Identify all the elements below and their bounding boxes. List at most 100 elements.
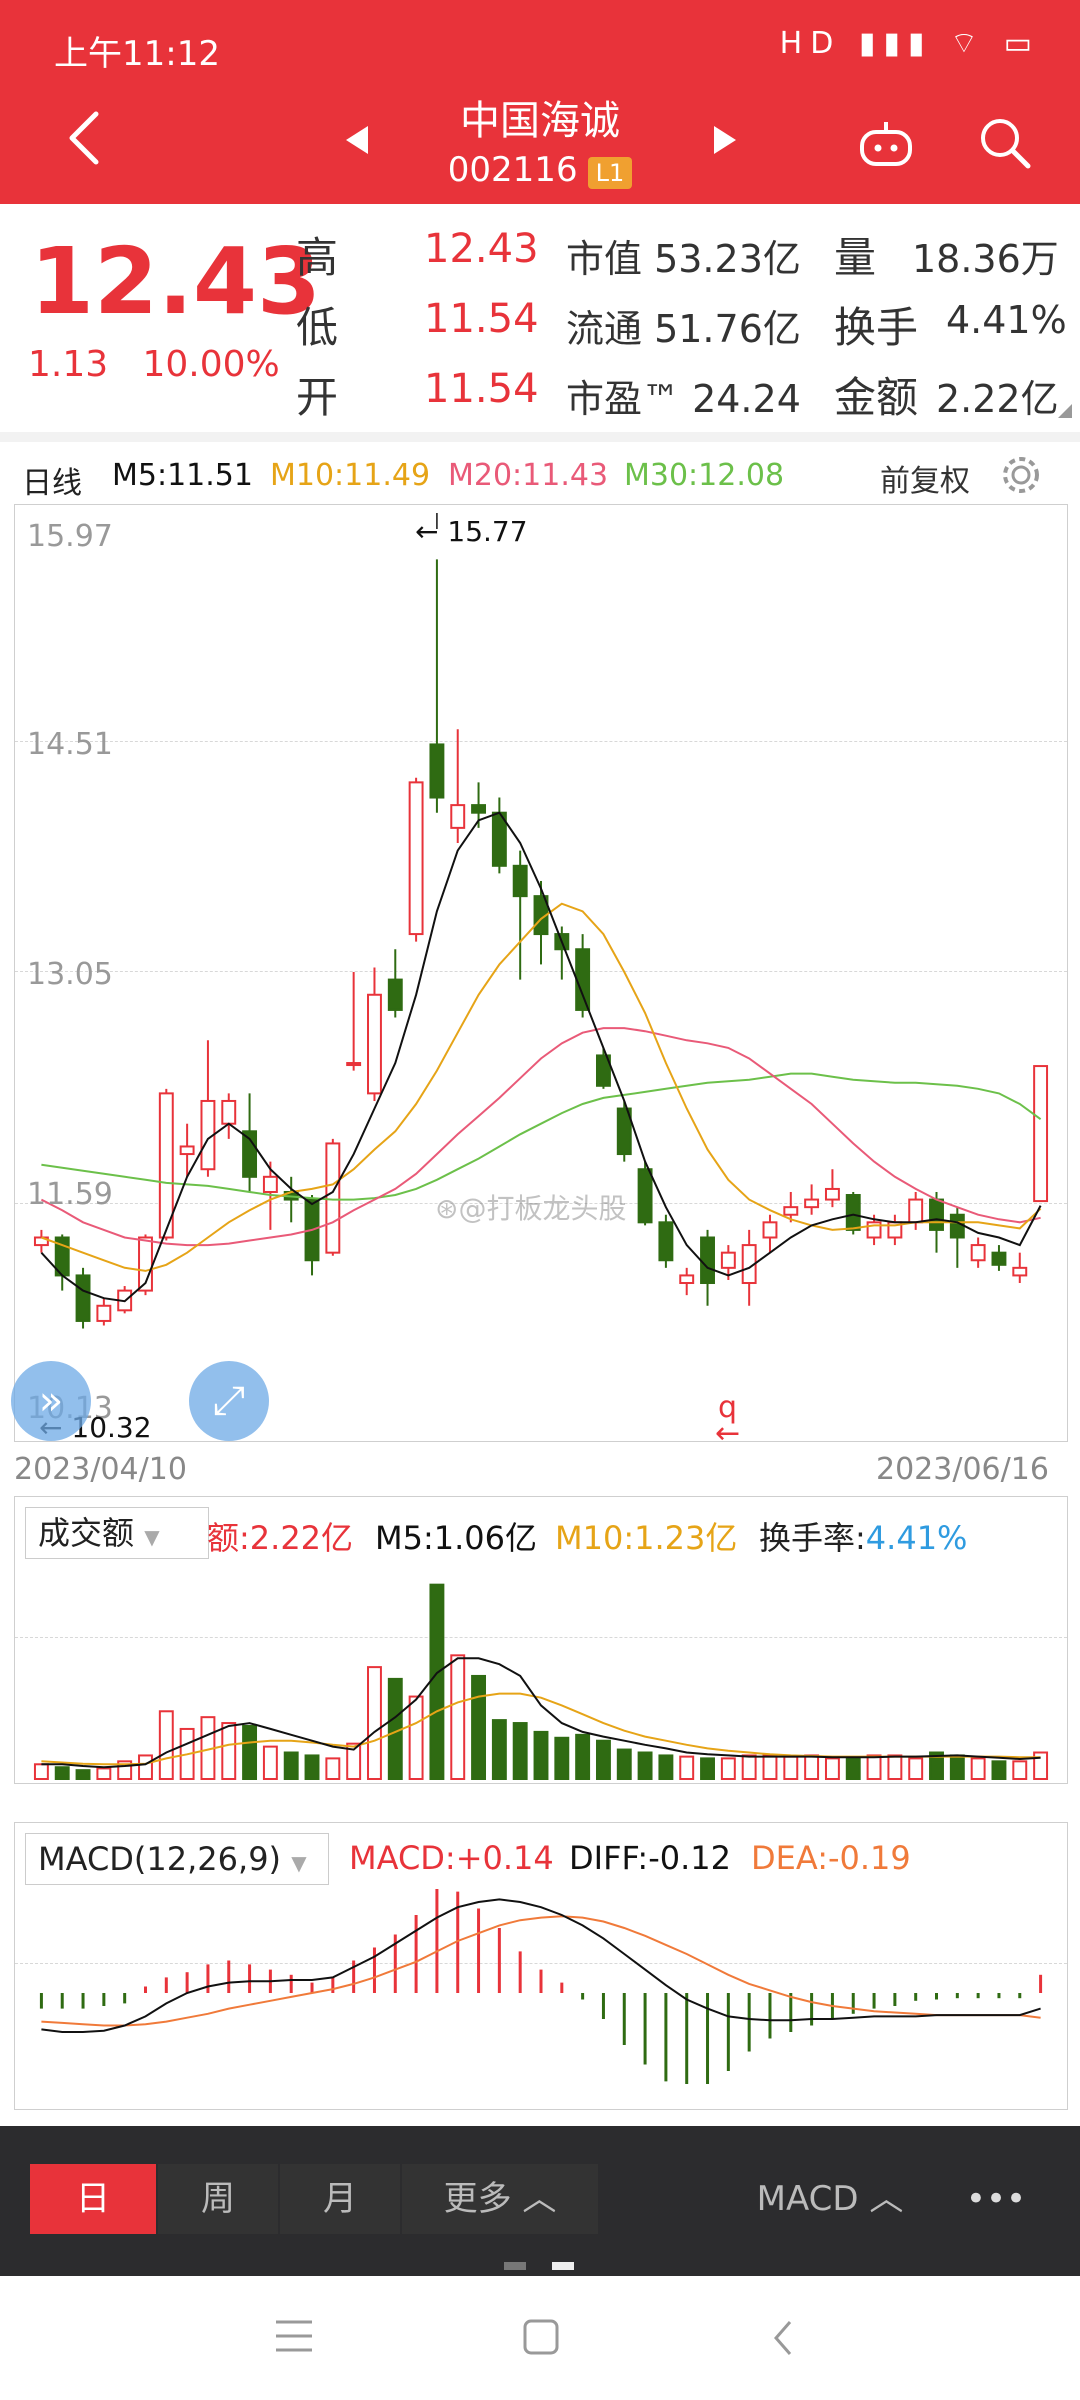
candle-body [96,1304,112,1322]
volume-bar [720,1757,736,1780]
tab-month[interactable]: 月 [280,2164,400,2234]
macd-chart[interactable]: MACD(12,26,9) ▼ MACD:+0.14 DIFF:-0.12 DE… [14,1822,1068,2110]
volume-selector-label: 成交额 [38,1514,135,1552]
volume-bar [949,1754,965,1781]
candle-body [824,1187,840,1201]
volume-bar [554,1736,570,1780]
volume-bar [533,1730,549,1780]
candle-body [720,1251,736,1269]
event-marker[interactable]: q ← [715,1393,740,1449]
triangle-left-icon [346,126,368,154]
volume-bar [221,1722,237,1780]
candle-body [970,1244,986,1262]
volume-selector[interactable]: 成交额 ▼ [25,1507,209,1559]
volume-ma5: M5:1.06亿 [375,1519,538,1557]
more-options-button[interactable]: ••• [946,2164,1046,2234]
expand-corner-icon[interactable] [1058,404,1072,418]
tab-more[interactable]: 更多 ︿ [402,2164,598,2234]
turnover-rate-label: 换手率: [759,1519,866,1557]
volume-bar [741,1754,757,1781]
menu-button[interactable] [274,2318,314,2358]
volume-bar [283,1751,299,1780]
home-button[interactable] [522,2318,560,2360]
candle-body [179,1145,195,1156]
search-icon [981,119,1031,169]
stock-code: 002116 [447,150,578,190]
next-stock-button[interactable] [712,124,738,160]
volume-bar [824,1757,840,1780]
amount-value: 2.22亿 [936,377,1059,421]
prev-stock-button[interactable] [344,124,370,160]
volume-chart[interactable]: 成交额 ▼ 额:2.22亿 M5:1.06亿 M10:1.23亿 换手率:4.4… [14,1496,1068,1784]
volume-bar [762,1754,778,1781]
turnover-label: 换手 [834,303,919,352]
volume-bar [242,1725,258,1780]
adjust-label[interactable]: 前复权 [880,456,970,500]
status-time: 上午11:12 [54,34,220,74]
candle-body [1033,1065,1049,1203]
settings-button[interactable] [998,452,1044,502]
high-value: 12.43 [424,226,539,272]
volume-bar [325,1757,341,1780]
volume-label: 量 [834,233,877,282]
fullscreen-button[interactable]: ⤢ [189,1361,269,1441]
volume-bar [429,1583,445,1780]
page-indicator-active [552,2262,574,2270]
ma10-legend: M10:11.49 [270,458,431,493]
volume-bar [616,1748,632,1781]
volume-bar [575,1733,591,1780]
volume-bar [887,1754,903,1781]
indicator-selector[interactable]: MACD(12,26,9) ▼ [25,1833,329,1885]
volume-bar [804,1754,820,1781]
period-label[interactable]: 日线 [22,458,82,502]
volume-bar [138,1754,153,1781]
candle-body [408,781,424,936]
price-tick: 14.51 [27,727,113,762]
low-value: 11.54 [424,296,539,342]
volume-bar [595,1739,611,1781]
candle-body [908,1198,924,1224]
candle-body [367,993,382,1095]
candle-body [700,1236,715,1285]
gear-icon [1003,457,1039,493]
price-change: 1.13 10.00% [28,344,280,385]
watermark: ⊛@打板龙头股 [435,1187,626,1227]
candle-body [929,1198,944,1231]
candle-body [512,864,528,898]
page-indicator [504,2262,526,2270]
system-back-button[interactable] [770,2318,796,2362]
candle-body [949,1213,965,1239]
volume-bar [158,1710,174,1780]
ma30-legend: M30:12.08 [624,458,785,493]
fullscreen-icon: ⤢ [213,1378,245,1424]
assistant-button[interactable] [858,118,914,172]
change-pct: 10.00% [142,344,280,385]
ma20-legend: M20:11.43 [448,458,609,493]
level-badge: L1 [587,157,633,189]
side-expand-button[interactable]: » [11,1361,91,1441]
robot-icon [860,122,912,166]
indicator-menu[interactable]: MACD ︿ [740,2164,920,2234]
date-start: 2023/04/10 [14,1452,187,1487]
tab-week[interactable]: 周 [158,2164,278,2234]
system-nav-bar [0,2276,1080,2400]
search-button[interactable] [978,116,1032,174]
chevron-down-icon: ▼ [291,1851,307,1875]
volume-bar [991,1760,1007,1781]
candle-body [991,1251,1007,1266]
kline-chart[interactable]: 15.97 14.51 13.05 11.59 10.13 ← 15.77 ← … [11,504,1068,1449]
volume-bar [471,1674,487,1780]
volume-bar [700,1757,715,1780]
dea-value: DEA:-0.19 [751,1839,911,1877]
chevron-down-icon: ▼ [144,1525,160,1549]
tab-day[interactable]: 日 [30,2164,156,2234]
volume-bar [908,1757,924,1780]
volume-bar [658,1754,674,1781]
candle-body [387,978,403,1011]
open-label: 开 [296,373,339,422]
volume-bar [262,1745,278,1781]
home-square-icon [523,2319,559,2355]
back-chevron-icon [774,2321,792,2355]
diff-value: DIFF:-0.12 [569,1839,731,1877]
ma30-line [41,1072,1042,1201]
